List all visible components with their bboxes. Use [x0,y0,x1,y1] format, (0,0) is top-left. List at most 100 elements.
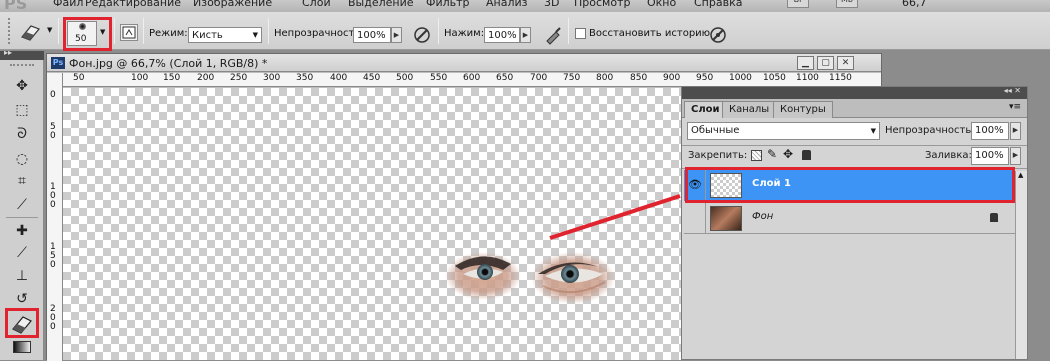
maximize-button[interactable]: ▢ [817,56,834,70]
fill-arrow-icon[interactable]: ▶ [1010,147,1021,165]
toolbox-grip[interactable] [10,64,34,66]
gradient-tool-icon[interactable] [13,341,31,353]
lock-transparency-icon[interactable] [751,150,762,161]
ruler-tick-label: 200 [197,73,215,83]
menu-edit[interactable]: Редактирование [85,0,181,9]
mode-label: Режим: [149,28,188,39]
lasso-tool-icon[interactable]: ᘐ [11,124,33,144]
scroll-up-arrow-icon[interactable]: ▲ [1018,171,1023,179]
lock-position-icon[interactable]: ✥ [783,147,793,161]
airbrush-icon[interactable] [544,25,564,45]
quick-select-tool-icon[interactable]: ◌ [11,149,33,169]
collapse-arrows-icon[interactable]: ▸▸ [4,48,12,57]
panel-header[interactable]: ◂◂ ✕ [682,86,1027,99]
ruler-tick-label: 300 [263,73,281,83]
zoom-level[interactable]: 66,7 [902,0,927,9]
tablet-pressure-size-icon[interactable] [708,25,728,45]
minibridge-button[interactable]: Mb [836,0,858,8]
layer-name[interactable]: Фон [752,211,773,222]
toolbox: ▸▸ ✥ ⬚ ᘐ ◌ ⌗ ⟋ ✚ ⟋ ⊥ ↺ [0,48,44,360]
flow-slider-arrow-icon[interactable]: ▶ [520,27,531,43]
ruler-tick-label: 100 [131,73,149,83]
crop-tool-icon[interactable]: ⌗ [11,171,33,191]
separator [143,18,144,44]
bridge-button[interactable]: Br [787,0,809,8]
separator [58,18,59,44]
document-title: Фон.jpg @ 66,7% (Слой 1, RGB/8) * [69,57,268,70]
ruler-tick-label: 0 [50,260,56,270]
menu-view[interactable]: Просмотр [574,0,630,9]
ruler-tick-label: 0 [50,322,56,332]
opacity-slider-arrow-icon[interactable]: ▶ [391,27,402,43]
minimize-button[interactable]: ▁ [797,56,814,70]
ruler-tick-label: 0 [50,131,56,141]
opacity-label: Непрозрачность: [274,28,364,39]
menu-help[interactable]: Справка [694,0,742,9]
horizontal-ruler[interactable]: 50 100 150 200 250 300 350 400 450 500 5… [63,73,881,87]
fill-input[interactable]: 100% [971,147,1009,165]
ruler-tick-label: 1000 [729,73,752,83]
mode-select[interactable]: Кисть ▼ [188,27,262,43]
menu-file[interactable]: Файл [53,0,83,9]
layers-panel: ◂◂ ✕ Слои Каналы Контуры ▾≡ Обычные ▼ Не… [681,86,1028,360]
eraser-highlight-box [5,308,39,338]
layer-row-background[interactable]: Фон [684,203,1015,234]
opacity-input[interactable]: 100% [353,27,391,43]
restore-history-checkbox[interactable] [575,28,586,39]
grip-handle[interactable] [8,18,12,44]
panel-menu-icon[interactable]: ▾≡ [1009,102,1021,112]
flow-input[interactable]: 100% [484,27,520,43]
menu-image[interactable]: Изображение [193,0,272,9]
blend-mode-select[interactable]: Обычные ▼ [687,122,880,140]
tab-layers[interactable]: Слои [684,101,727,118]
healing-brush-tool-icon[interactable]: ✚ [11,221,33,241]
menu-filter[interactable]: Фильтр [426,0,470,9]
menu-analysis[interactable]: Анализ [486,0,528,9]
lock-all-icon[interactable] [802,150,811,160]
ruler-tick-label: 250 [230,73,248,83]
blend-mode-dropdown-arrow-icon: ▼ [870,127,876,135]
lock-label: Закрепить: [688,150,748,161]
ruler-tick-label: 1150 [829,73,852,83]
fill-label: Заливка: [925,150,972,161]
eyedropper-tool-icon[interactable]: ⟋ [11,195,33,215]
ruler-tick-label: 1050 [763,73,786,83]
tab-channels[interactable]: Каналы [722,101,777,118]
layer-thumbnail [710,206,742,231]
lock-icon [990,213,998,222]
brush-tool-icon[interactable]: ⟋ [11,243,33,263]
mode-dropdown-arrow-icon: ▼ [252,31,258,39]
menu-window[interactable]: Окно [647,0,676,9]
separator [682,145,1027,146]
ruler-tick-label: 550 [430,73,448,83]
menu-select[interactable]: Выделение [348,0,414,9]
close-button[interactable]: ✕ [837,56,854,70]
tab-paths[interactable]: Контуры [773,101,833,118]
ruler-tick-label: 0 [50,90,56,100]
layer-opacity-input[interactable]: 100% [971,122,1009,140]
ruler-tick-label: 150 [163,73,181,83]
collapse-panel-icon[interactable]: ◂◂ ✕ [1004,86,1021,95]
toolbox-header[interactable]: ▸▸ [0,48,44,60]
eraser-tool-preset-icon[interactable] [18,22,44,42]
preset-dropdown-arrow-icon[interactable]: ▼ [47,26,52,34]
history-brush-tool-icon[interactable]: ↺ [11,289,33,309]
marquee-tool-icon[interactable]: ⬚ [11,100,33,120]
lock-pixels-icon[interactable]: ✎ [767,147,777,161]
clone-stamp-tool-icon[interactable]: ⊥ [11,266,33,286]
document-tab[interactable]: Ps Фон.jpg @ 66,7% (Слой 1, RGB/8) * ▁ ▢… [47,54,881,72]
tablet-pressure-opacity-icon[interactable] [412,25,432,45]
visibility-toggle[interactable] [684,203,706,234]
move-tool-icon[interactable]: ✥ [11,76,33,96]
options-bar: ▼ 50 ▼ Режим: Кисть ▼ Непрозрачность: 10… [0,12,1050,51]
menu-3d[interactable]: 3D [544,0,559,9]
brush-highlight-box [63,17,112,51]
menu-layers[interactable]: Слои [302,0,331,9]
layers-scrollbar[interactable]: ▲ [1015,171,1027,359]
vertical-ruler[interactable]: 0 5 0 1 0 0 1 5 0 2 0 0 [47,73,63,361]
ruler-tick-label: 750 [563,73,581,83]
brush-panel-toggle-icon[interactable] [120,24,138,41]
ruler-tick-label: 450 [363,73,381,83]
ruler-tick-label: 950 [696,73,714,83]
layer-opacity-arrow-icon[interactable]: ▶ [1010,122,1021,140]
